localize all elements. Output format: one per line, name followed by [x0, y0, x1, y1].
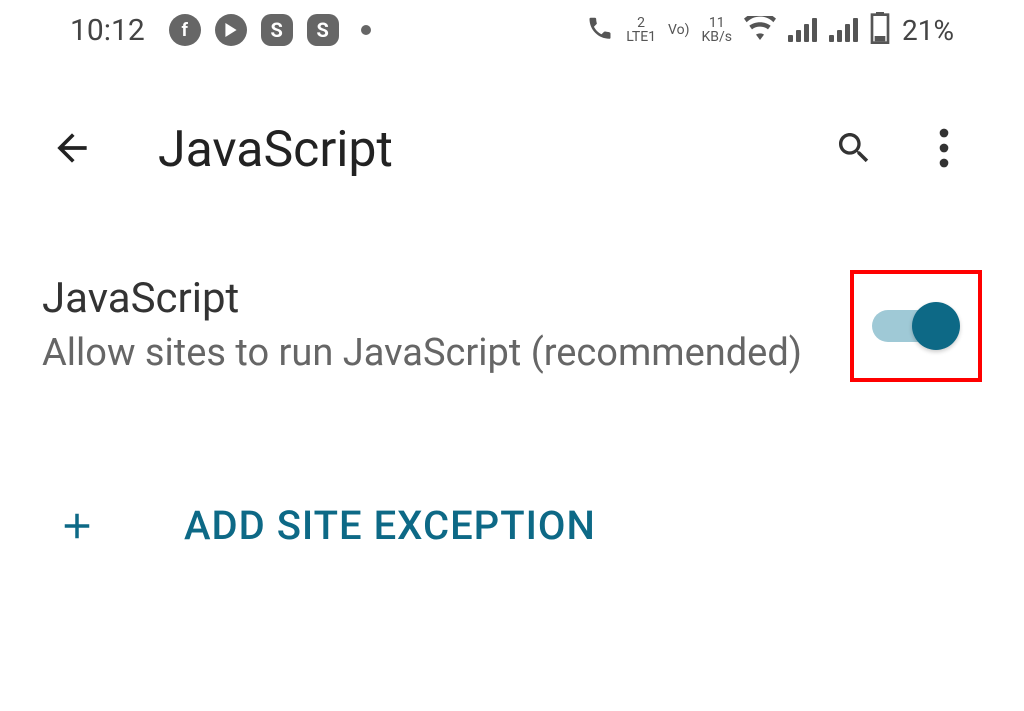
skype-icon-2: S: [307, 14, 339, 46]
search-button[interactable]: [824, 128, 884, 172]
facebook-icon: f: [169, 14, 201, 46]
plus-icon: [52, 505, 102, 547]
status-bar-left: 10:12 f S S: [70, 13, 371, 48]
setting-title: JavaScript: [42, 274, 850, 323]
status-bar-right: 2 LTE1 Vo) 11 KB/s 21%: [586, 12, 954, 48]
skype-icon: S: [261, 14, 293, 46]
signal-icon-1: [788, 18, 817, 42]
more-button[interactable]: [914, 128, 974, 172]
search-icon: [834, 128, 874, 172]
setting-text: JavaScript Allow sites to run JavaScript…: [42, 274, 850, 378]
app-bar: JavaScript: [0, 100, 1024, 200]
toggle-highlight-box: [850, 270, 982, 382]
arrow-left-icon: [50, 126, 94, 174]
javascript-toggle[interactable]: [872, 302, 960, 350]
play-icon: [215, 14, 247, 46]
network-label: 2 LTE1: [626, 16, 656, 44]
data-rate: 11 KB/s: [702, 16, 733, 44]
toggle-thumb: [912, 302, 960, 350]
battery-icon: [870, 12, 890, 48]
setting-description: Allow sites to run JavaScript (recommend…: [42, 329, 850, 378]
add-site-exception-label: ADD SITE EXCEPTION: [184, 502, 596, 549]
status-bar: 10:12 f S S 2 LTE1 Vo) 11 KB/s: [0, 0, 1024, 60]
notification-dot-icon: [361, 25, 371, 35]
signal-icon-2: [829, 18, 858, 42]
battery-percentage: 21%: [902, 14, 954, 47]
back-button[interactable]: [42, 126, 102, 174]
volte-label: Vo): [668, 23, 689, 37]
page-title: JavaScript: [158, 121, 824, 179]
add-site-exception-button[interactable]: ADD SITE EXCEPTION: [0, 462, 1024, 569]
status-time: 10:12: [70, 13, 145, 48]
more-vert-icon: [939, 128, 949, 172]
javascript-setting-row[interactable]: JavaScript Allow sites to run JavaScript…: [0, 240, 1024, 402]
wifi-icon: [744, 16, 776, 44]
phone-icon: [586, 14, 614, 46]
